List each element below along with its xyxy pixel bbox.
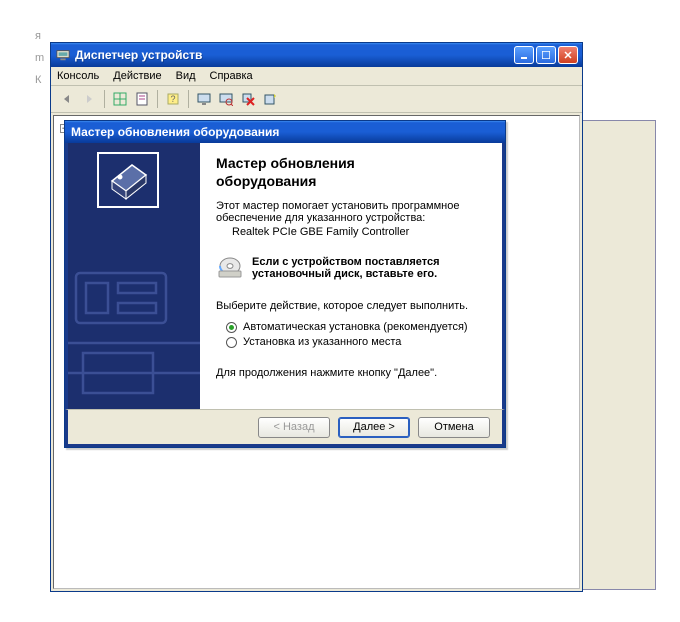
wizard-radio-group: Автоматическая установка (рекомендуется)…: [216, 318, 486, 351]
cd-icon: [216, 256, 244, 280]
wizard-cd-hint-text: Если с устройством поставляется установо…: [252, 256, 440, 280]
toolbar-monitor-icon[interactable]: [194, 89, 214, 109]
wizard-device-name: Realtek PCIe GBE Family Controller: [216, 226, 486, 238]
wizard-footer: < Назад Далее > Отмена: [65, 409, 505, 447]
svg-text:?: ?: [170, 94, 175, 104]
toolbar-help-icon[interactable]: ?: [163, 89, 183, 109]
device-manager-title: Диспетчер устройств: [75, 48, 514, 62]
toolbar-scan-icon[interactable]: [216, 89, 236, 109]
menu-view[interactable]: Вид: [176, 70, 196, 82]
wizard-titlebar[interactable]: Мастер обновления оборудования: [65, 121, 505, 143]
cancel-button[interactable]: Отмена: [418, 417, 490, 438]
toolbar-separator: [188, 90, 189, 108]
close-button[interactable]: [558, 46, 578, 64]
radio-manual-label: Установка из указанного места: [243, 336, 401, 348]
back-button: < Назад: [258, 417, 330, 438]
wizard-title: Мастер обновления оборудования: [71, 125, 279, 139]
toolbar-properties-icon[interactable]: [132, 89, 152, 109]
wizard-cd-hint: Если с устройством поставляется установо…: [216, 256, 486, 280]
wizard-body: Мастер обновления оборудования Этот маст…: [65, 143, 505, 409]
toolbar-grid-icon[interactable]: [110, 89, 130, 109]
wizard-content: Мастер обновления оборудования Этот маст…: [200, 143, 502, 409]
toolbar-separator: [157, 90, 158, 108]
wizard-continue-text: Для продолжения нажмите кнопку "Далее".: [216, 367, 486, 379]
toolbar-uninstall-icon[interactable]: [238, 89, 258, 109]
toolbar-update-icon[interactable]: [260, 89, 280, 109]
radio-option-manual[interactable]: Установка из указанного места: [226, 336, 486, 348]
toolbar-forward-icon[interactable]: [79, 89, 99, 109]
device-manager-toolbar: ?: [51, 86, 582, 113]
device-manager-titlebar[interactable]: Диспетчер устройств: [51, 43, 582, 67]
window-buttons: [514, 46, 578, 64]
wizard-sidebar-graphic: [68, 143, 200, 409]
toolbar-separator: [104, 90, 105, 108]
wizard-choose-action-text: Выберите действие, которое следует выпол…: [216, 300, 486, 312]
radio-icon[interactable]: [226, 337, 237, 348]
wizard-intro-text: Этот мастер помогает установить программ…: [216, 200, 486, 224]
menu-help[interactable]: Справка: [210, 70, 253, 82]
device-manager-menubar: Консоль Действие Вид Справка: [51, 67, 582, 86]
radio-option-auto[interactable]: Автоматическая установка (рекомендуется): [226, 321, 486, 333]
toolbar-back-icon[interactable]: [57, 89, 77, 109]
radio-icon[interactable]: [226, 322, 237, 333]
next-button[interactable]: Далее >: [338, 417, 410, 438]
radio-auto-label: Автоматическая установка (рекомендуется): [243, 321, 468, 333]
maximize-button[interactable]: [536, 46, 556, 64]
device-manager-icon: [55, 47, 71, 63]
hardware-update-wizard-window: Мастер обновления оборудования: [64, 120, 506, 448]
menu-action[interactable]: Действие: [113, 70, 161, 82]
menu-console[interactable]: Консоль: [57, 70, 99, 82]
minimize-button[interactable]: [514, 46, 534, 64]
wizard-heading: Мастер обновления оборудования: [216, 155, 486, 190]
